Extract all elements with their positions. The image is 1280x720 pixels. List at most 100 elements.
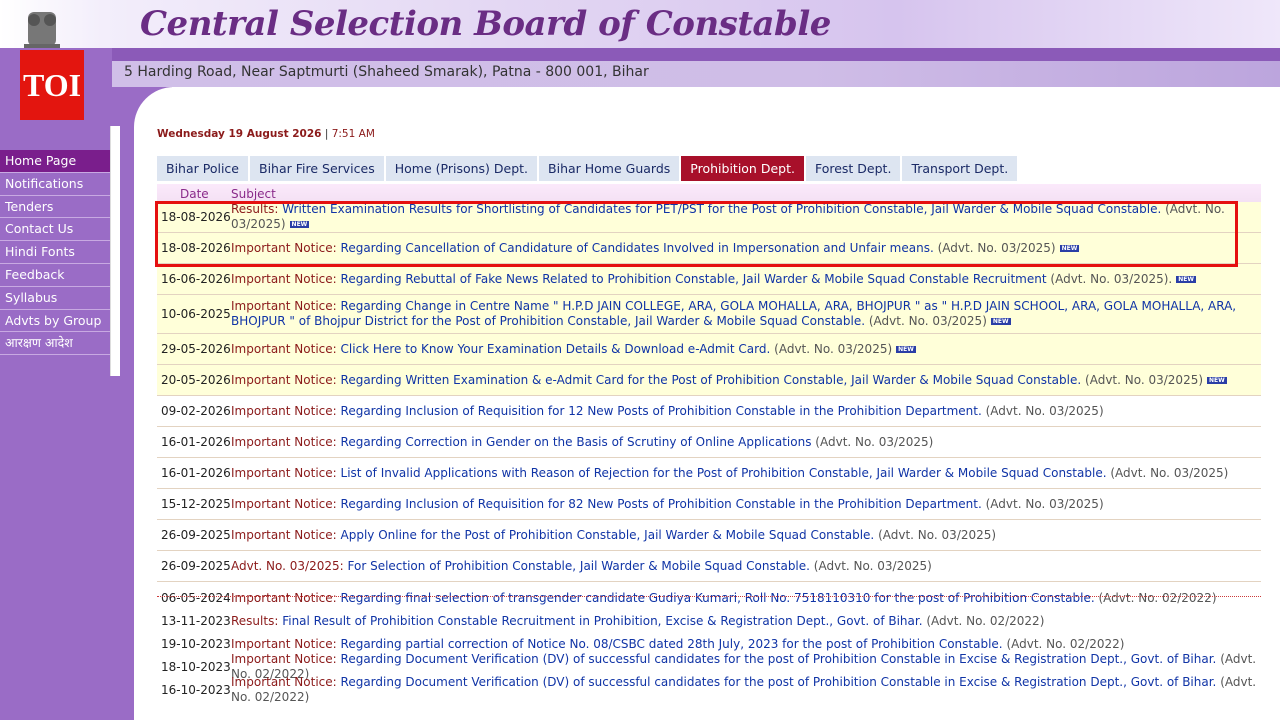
datetime-separator: | bbox=[324, 128, 329, 140]
nav-advts-by-group[interactable]: Advts by Group bbox=[0, 310, 110, 333]
current-time: 7:51 AM bbox=[331, 128, 375, 140]
notice-label: Important Notice: bbox=[231, 652, 337, 666]
notice-date: 13-11-2023 bbox=[161, 614, 231, 628]
notice-link[interactable]: Regarding Change in Centre Name " H.P.D … bbox=[231, 299, 1236, 328]
tab-prohibition-dept[interactable]: Prohibition Dept. bbox=[681, 156, 804, 181]
notice-row: 16-10-2023 Important Notice: Regarding Do… bbox=[157, 675, 1261, 704]
notice-advt-number: (Advt. No. 03/2025) bbox=[815, 434, 934, 449]
notice-advt-number: (Advt. No. 03/2025) bbox=[774, 341, 893, 356]
notice-label: Important Notice: bbox=[231, 465, 337, 480]
tab-bihar-fire-services[interactable]: Bihar Fire Services bbox=[250, 156, 384, 181]
notice-link[interactable]: Regarding Correction in Gender on the Ba… bbox=[341, 435, 812, 449]
left-nav: Home Page Notifications Tenders Contact … bbox=[0, 150, 110, 356]
new-badge: NEW bbox=[896, 345, 916, 353]
column-date: Date bbox=[180, 187, 209, 201]
notice-date: 19-10-2023 bbox=[161, 637, 231, 651]
nav-notifications[interactable]: Notifications bbox=[0, 173, 110, 196]
notice-link[interactable]: Regarding final selection of transgender… bbox=[341, 591, 1095, 605]
notice-label: Important Notice: bbox=[231, 403, 337, 418]
notice-list: 18-08-2026 Results: Written Examination R… bbox=[157, 202, 1261, 704]
notice-subject: Important Notice: Regarding Change in Ce… bbox=[231, 299, 1257, 329]
notice-row: 26-09-2025 Advt. No. 03/2025: For Selecti… bbox=[157, 551, 1261, 582]
tab-home-prisons[interactable]: Home (Prisons) Dept. bbox=[385, 156, 538, 181]
notice-link[interactable]: Regarding Document Verification (DV) of … bbox=[341, 652, 1217, 666]
current-date: Wednesday 19 August 2026 bbox=[157, 128, 322, 140]
tab-forest-dept[interactable]: Forest Dept. bbox=[805, 156, 901, 181]
nav-tenders[interactable]: Tenders bbox=[0, 196, 110, 219]
new-badge: NEW bbox=[990, 318, 1011, 325]
tab-bihar-home-guards[interactable]: Bihar Home Guards bbox=[539, 156, 680, 181]
nav-reservation-order[interactable]: आरक्षण आदेश bbox=[0, 332, 110, 356]
notice-subject: Important Notice: Regarding Inclusion of… bbox=[231, 404, 1257, 419]
notice-date: 20-05-2026 bbox=[161, 373, 231, 387]
toi-logo: TOI bbox=[20, 50, 84, 120]
notice-link[interactable]: Regarding Inclusion of Requisition for 8… bbox=[341, 497, 982, 511]
notice-label: Advt. No. 03/2025: bbox=[231, 558, 344, 573]
notice-row: 13-11-2023 Results: Final Result of Prohi… bbox=[157, 610, 1261, 633]
notice-advt-number: (Advt. No. 03/2025) bbox=[1110, 465, 1229, 480]
notice-date: 26-09-2025 bbox=[161, 528, 231, 542]
notice-row: 06-05-2024 Important Notice: Regarding fi… bbox=[157, 587, 1261, 610]
site-title: Central Selection Board of Constable bbox=[140, 4, 831, 44]
notice-row: 16-06-2026 Important Notice: Regarding Re… bbox=[157, 264, 1261, 295]
notice-date: 15-12-2025 bbox=[161, 497, 231, 511]
notice-subject: Important Notice: Regarding Rebuttal of … bbox=[231, 272, 1257, 287]
notice-subject: Results: Final Result of Prohibition Con… bbox=[231, 614, 1257, 629]
notice-subject: Important Notice: Apply Online for the P… bbox=[231, 528, 1257, 543]
nav-home-page[interactable]: Home Page bbox=[0, 150, 110, 173]
nav-scrollbar[interactable] bbox=[110, 126, 120, 376]
notice-advt-number: (Advt. No. 03/2025) bbox=[868, 314, 987, 328]
notice-label: Important Notice: bbox=[231, 341, 337, 356]
notice-advt-number: (Advt. No. 03/2025) bbox=[878, 527, 997, 542]
notice-link[interactable]: Click Here to Know Your Examination Deta… bbox=[341, 342, 771, 356]
notice-row: 09-02-2026 Important Notice: Regarding In… bbox=[157, 396, 1261, 427]
table-header: Date Subject bbox=[157, 184, 1261, 202]
notice-label: Important Notice: bbox=[231, 434, 337, 449]
notice-advt-number: (Advt. No. 02/2022) bbox=[1006, 636, 1125, 651]
notice-row: 26-09-2025 Important Notice: Apply Online… bbox=[157, 520, 1261, 551]
notice-link[interactable]: Regarding partial correction of Notice N… bbox=[341, 637, 1003, 651]
notice-date: 06-05-2024 bbox=[161, 591, 231, 605]
notice-label: Important Notice: bbox=[231, 372, 337, 387]
notice-label: Important Notice: bbox=[231, 496, 337, 511]
nav-syllabus[interactable]: Syllabus bbox=[0, 287, 110, 310]
notice-date: 16-06-2026 bbox=[161, 272, 231, 286]
notice-link[interactable]: Regarding Inclusion of Requisition for 1… bbox=[341, 404, 982, 418]
notice-link[interactable]: Regarding Written Examination & e-Admit … bbox=[341, 373, 1082, 387]
notice-date: 16-01-2026 bbox=[161, 466, 231, 480]
notice-row: 29-05-2026 Important Notice: Click Here t… bbox=[157, 334, 1261, 365]
notice-label: Important Notice: bbox=[231, 271, 337, 286]
notice-subject: Important Notice: Regarding partial corr… bbox=[231, 637, 1257, 652]
notice-link[interactable]: For Selection of Prohibition Constable, … bbox=[348, 559, 810, 573]
office-address: 5 Harding Road, Near Saptmurti (Shaheed … bbox=[124, 64, 649, 80]
notice-date: 26-09-2025 bbox=[161, 559, 231, 573]
notice-date: 18-10-2023 bbox=[161, 660, 231, 674]
notice-advt-number: (Advt. No. 03/2025) bbox=[1085, 372, 1204, 387]
nav-feedback[interactable]: Feedback bbox=[0, 264, 110, 287]
header-stripe bbox=[112, 48, 1280, 61]
notice-link[interactable]: Regarding Document Verification (DV) of … bbox=[341, 675, 1217, 689]
notice-date: 16-01-2026 bbox=[161, 435, 231, 449]
nav-hindi-fonts[interactable]: Hindi Fonts bbox=[0, 241, 110, 264]
notice-link[interactable]: Final Result of Prohibition Constable Re… bbox=[282, 614, 922, 628]
notice-subject: Important Notice: Regarding final select… bbox=[231, 591, 1257, 606]
column-subject: Subject bbox=[231, 187, 276, 201]
notice-link[interactable]: Regarding Rebuttal of Fake News Related … bbox=[341, 272, 1047, 286]
notice-label: Important Notice: bbox=[231, 299, 337, 313]
tab-bihar-police[interactable]: Bihar Police bbox=[157, 156, 248, 181]
notice-advt-number: (Advt. No. 03/2025). bbox=[1050, 271, 1173, 286]
left-sidebar-bg bbox=[0, 48, 112, 720]
notice-label: Important Notice: bbox=[231, 590, 337, 605]
current-datetime: Wednesday 19 August 2026 | 7:51 AM bbox=[157, 128, 375, 140]
notice-date: 16-10-2023 bbox=[161, 683, 231, 697]
notice-row: 20-05-2026 Important Notice: Regarding Wr… bbox=[157, 365, 1261, 396]
notice-subject: Important Notice: Regarding Inclusion of… bbox=[231, 497, 1257, 512]
notice-link[interactable]: List of Invalid Applications with Reason… bbox=[341, 466, 1107, 480]
nav-contact-us[interactable]: Contact Us bbox=[0, 218, 110, 242]
notice-row: 15-12-2025 Important Notice: Regarding In… bbox=[157, 489, 1261, 520]
notice-row: 10-06-2025 Important Notice: Regarding Ch… bbox=[157, 295, 1261, 334]
notice-subject: Advt. No. 03/2025: For Selection of Proh… bbox=[231, 559, 1257, 574]
notice-date: 09-02-2026 bbox=[161, 404, 231, 418]
tab-transport-dept[interactable]: Transport Dept. bbox=[902, 156, 1018, 181]
notice-link[interactable]: Apply Online for the Post of Prohibition… bbox=[341, 528, 875, 542]
